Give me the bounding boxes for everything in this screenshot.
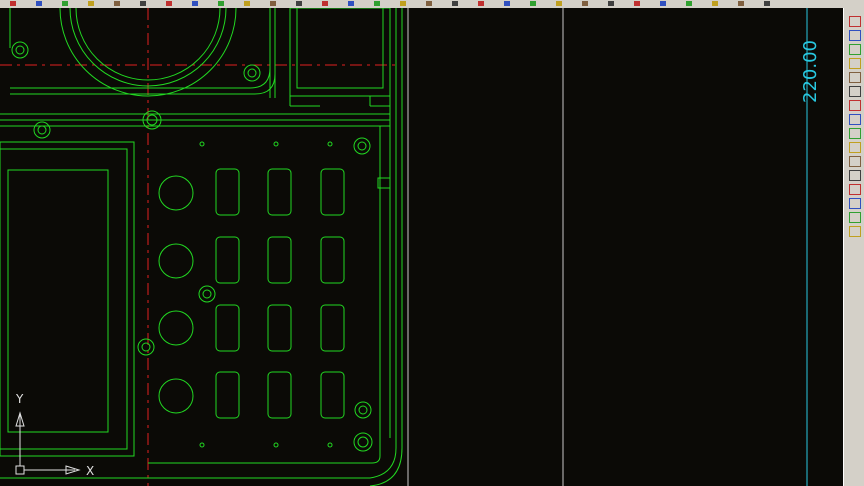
move-icon[interactable] bbox=[849, 86, 861, 97]
extend-icon[interactable] bbox=[849, 156, 861, 167]
match-icon[interactable] bbox=[374, 1, 380, 6]
trim-icon[interactable] bbox=[849, 142, 861, 153]
undo-icon[interactable] bbox=[400, 1, 406, 6]
array-icon[interactable] bbox=[849, 72, 861, 83]
explode-icon[interactable] bbox=[849, 226, 861, 237]
mirror-icon[interactable] bbox=[849, 44, 861, 55]
trim-icon[interactable] bbox=[608, 1, 614, 6]
layer-icon[interactable] bbox=[322, 1, 328, 6]
fillet-icon[interactable] bbox=[849, 212, 861, 223]
offset-icon[interactable] bbox=[712, 1, 718, 6]
move-icon[interactable] bbox=[530, 1, 536, 6]
text-icon[interactable] bbox=[192, 1, 198, 6]
chamfer-icon[interactable] bbox=[849, 198, 861, 209]
ucs-y-label: Y bbox=[16, 392, 24, 406]
redo-icon[interactable] bbox=[426, 1, 432, 6]
keypad-plate bbox=[148, 125, 381, 464]
drawing-canvas[interactable]: Y X 220.00 bbox=[0, 8, 843, 486]
rotate-icon[interactable] bbox=[849, 100, 861, 111]
properties-icon[interactable] bbox=[348, 1, 354, 6]
explode-icon[interactable] bbox=[764, 1, 770, 6]
circle-icon[interactable] bbox=[88, 1, 94, 6]
scale-icon[interactable] bbox=[849, 114, 861, 125]
fillet-icon[interactable] bbox=[660, 1, 666, 6]
rect-keys bbox=[215, 168, 345, 419]
copy-icon[interactable] bbox=[849, 30, 861, 41]
polygon-icon[interactable] bbox=[140, 1, 146, 6]
block-icon[interactable] bbox=[244, 1, 250, 6]
ucs-x-label: X bbox=[86, 464, 95, 478]
dimension-text: 220.00 bbox=[800, 40, 821, 103]
rotate-icon[interactable] bbox=[556, 1, 562, 6]
zoom-icon[interactable] bbox=[270, 1, 276, 6]
hatch-icon[interactable] bbox=[166, 1, 172, 6]
scale-icon[interactable] bbox=[582, 1, 588, 6]
array-icon[interactable] bbox=[738, 1, 744, 6]
pan-icon[interactable] bbox=[296, 1, 302, 6]
line-icon[interactable] bbox=[10, 1, 16, 6]
copy-icon[interactable] bbox=[452, 1, 458, 6]
extend-icon[interactable] bbox=[634, 1, 640, 6]
insert-icon[interactable] bbox=[218, 1, 224, 6]
round-keys bbox=[158, 175, 194, 414]
modify-toolbar bbox=[843, 8, 864, 486]
rectangle-icon[interactable] bbox=[114, 1, 120, 6]
offset-icon[interactable] bbox=[849, 58, 861, 69]
erase-icon[interactable] bbox=[504, 1, 510, 6]
stretch-icon[interactable] bbox=[849, 128, 861, 139]
erase-icon[interactable] bbox=[849, 16, 861, 27]
ucs-icon bbox=[15, 411, 81, 475]
mirror-icon[interactable] bbox=[686, 1, 692, 6]
ray-icon[interactable] bbox=[36, 1, 42, 6]
arc-icon[interactable] bbox=[62, 1, 68, 6]
join-icon[interactable] bbox=[849, 184, 861, 195]
break-icon[interactable] bbox=[849, 170, 861, 181]
cad-drawing bbox=[0, 8, 808, 486]
upper-box bbox=[289, 8, 391, 97]
paste-icon[interactable] bbox=[478, 1, 484, 6]
screen-frame bbox=[0, 141, 135, 457]
